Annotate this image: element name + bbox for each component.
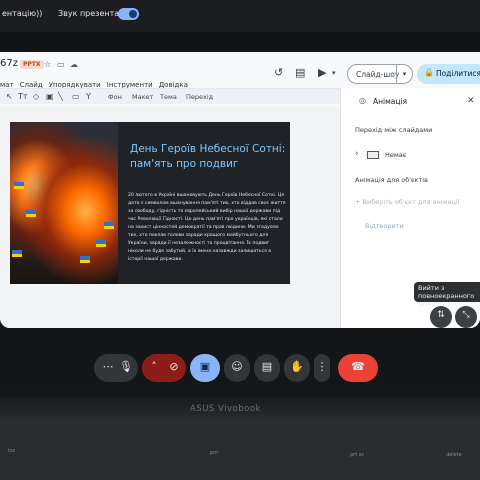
select-icon[interactable]: ↖ bbox=[6, 92, 13, 101]
exit-fullscreen-tooltip: Вийти з повноекранного режиму bbox=[414, 282, 480, 308]
slideshow-button[interactable]: Слайд-шоу ▾ bbox=[347, 64, 413, 84]
key-delete: delete bbox=[446, 452, 462, 458]
captions-icon: ▤ bbox=[261, 360, 273, 373]
toolbar-transition[interactable]: Перехід bbox=[186, 93, 213, 101]
exit-fullscreen-button[interactable]: ⤡ bbox=[455, 306, 477, 328]
star-icon[interactable]: ☆ bbox=[44, 60, 51, 69]
swap-icon: ⇅ bbox=[437, 310, 445, 320]
share-label: Поділитися bbox=[436, 69, 480, 78]
object-animation-label: Анімація для об'єктів bbox=[355, 176, 428, 184]
slideshow-label: Слайд-шоу bbox=[356, 70, 400, 79]
history-icon[interactable]: ↺ bbox=[274, 66, 283, 79]
comments-icon[interactable]: ▤ bbox=[295, 66, 305, 79]
slide-title: День Героїв Небесної Сотні: пам'ять про … bbox=[130, 143, 286, 170]
move-folder-icon[interactable]: ▭ bbox=[57, 60, 65, 69]
ukraine-flag bbox=[96, 240, 106, 247]
transition-value: Немає bbox=[385, 151, 407, 159]
key-prtsc: prt sc bbox=[350, 452, 365, 458]
phone-hangup-icon: ☎ bbox=[351, 360, 365, 373]
cloud-saved-icon: ☁ bbox=[70, 60, 78, 69]
camera-button[interactable]: ˄ ⊘ bbox=[142, 354, 186, 382]
slide[interactable]: День Героїв Небесної Сотні: пам'ять про … bbox=[10, 122, 290, 284]
shape-icon[interactable]: ◇ bbox=[33, 92, 39, 101]
ukraine-flag bbox=[80, 256, 90, 263]
comment-add-icon[interactable]: ▭ bbox=[72, 92, 80, 101]
slideshow-dropdown-icon[interactable]: ▾ bbox=[396, 65, 412, 83]
share-button[interactable]: 🔒 Поділитися bbox=[417, 64, 480, 84]
animation-icon: ◎ bbox=[359, 96, 366, 105]
emoji-button[interactable]: ☺ bbox=[224, 354, 250, 382]
toolbar-background[interactable]: Фон bbox=[108, 93, 122, 101]
protest-fire-photo bbox=[10, 122, 118, 284]
presentation-sound-toggle[interactable] bbox=[118, 8, 139, 20]
file-type-badge: PPTX bbox=[20, 60, 44, 69]
raise-hand-button[interactable]: ✋ bbox=[284, 354, 310, 382]
panel-header: ◎ Анімація ✕ bbox=[341, 94, 480, 110]
play-button[interactable]: Відтворити bbox=[365, 222, 404, 230]
emoji-icon: ☺ bbox=[231, 360, 243, 373]
meet-video-icon[interactable]: ▶ bbox=[318, 66, 326, 79]
toggle-knob bbox=[129, 10, 137, 18]
slide-body-text: 20 лютого в Україні вшановують День Геро… bbox=[128, 193, 286, 262]
chevron-down-icon[interactable]: ▾ bbox=[332, 69, 336, 77]
transition-thumbnail bbox=[367, 151, 379, 159]
ukraine-flag bbox=[104, 222, 114, 229]
transition-selector[interactable]: › Немає bbox=[353, 146, 473, 166]
chevron-right-icon[interactable]: › bbox=[355, 149, 359, 159]
slide-canvas: День Героїв Небесної Сотні: пам'ять про … bbox=[0, 106, 340, 328]
screen: ентацію)) Звук презентації 67z PPTX ☆ ▭ … bbox=[0, 0, 480, 480]
meet-presentation-bar: ентацію)) Звук презентації bbox=[0, 0, 480, 32]
panel-title: Анімація bbox=[373, 97, 408, 106]
text-format-icon[interactable]: Y bbox=[86, 92, 91, 101]
more-options-button[interactable]: ⋮ bbox=[314, 354, 330, 382]
text-box-icon[interactable]: Tт bbox=[18, 92, 28, 101]
ukraine-flag bbox=[12, 250, 22, 257]
toolbar-theme[interactable]: Тема bbox=[160, 93, 177, 101]
exit-fullscreen-icon: ⤡ bbox=[462, 310, 470, 320]
menu-bar: мат Слайд Упорядкувати Інструменти Довідка bbox=[0, 72, 194, 89]
present-icon: ▣ bbox=[199, 360, 211, 373]
toolbar-layout[interactable]: Макет bbox=[132, 93, 153, 101]
more-vert-icon: ⋮ bbox=[316, 360, 328, 373]
ukraine-flag bbox=[14, 182, 24, 189]
close-icon[interactable]: ✕ bbox=[467, 96, 475, 106]
slides-window: 67z PPTX ☆ ▭ ☁ мат Слайд Упорядкувати Інстр… bbox=[0, 52, 480, 328]
call-controls: ⋯ 🎙 ˄ ⊘ ▣ ☺ ▤ ✋ ⋮ ☎ bbox=[94, 354, 384, 384]
key-pm: pm bbox=[210, 450, 219, 456]
title-bar: 67z PPTX ☆ ▭ ☁ мат Слайд Упорядкувати Інстр… bbox=[0, 52, 480, 89]
ukraine-flag bbox=[26, 210, 36, 217]
select-object-hint: + Виберіть об'єкт для анімації bbox=[355, 198, 460, 206]
captions-button[interactable]: ▤ bbox=[254, 354, 280, 382]
image-icon[interactable]: ▣ bbox=[46, 92, 54, 101]
present-button[interactable]: ▣ bbox=[190, 354, 220, 382]
transition-section-label: Перехід між слайдами bbox=[355, 126, 433, 134]
laptop-brand: ASUS Vivobook bbox=[190, 404, 261, 414]
line-icon[interactable]: ╲ bbox=[58, 92, 63, 101]
swap-button[interactable]: ⇅ bbox=[430, 306, 452, 328]
key-ins: ins bbox=[8, 448, 16, 454]
keyboard bbox=[0, 420, 480, 480]
hang-up-button[interactable]: ☎ bbox=[338, 354, 378, 382]
presentation-status-text: ентацію)) bbox=[2, 9, 43, 18]
lock-icon: 🔒 bbox=[424, 68, 434, 77]
raise-hand-icon: ✋ bbox=[290, 360, 304, 373]
document-title[interactable]: 67z bbox=[0, 58, 18, 69]
